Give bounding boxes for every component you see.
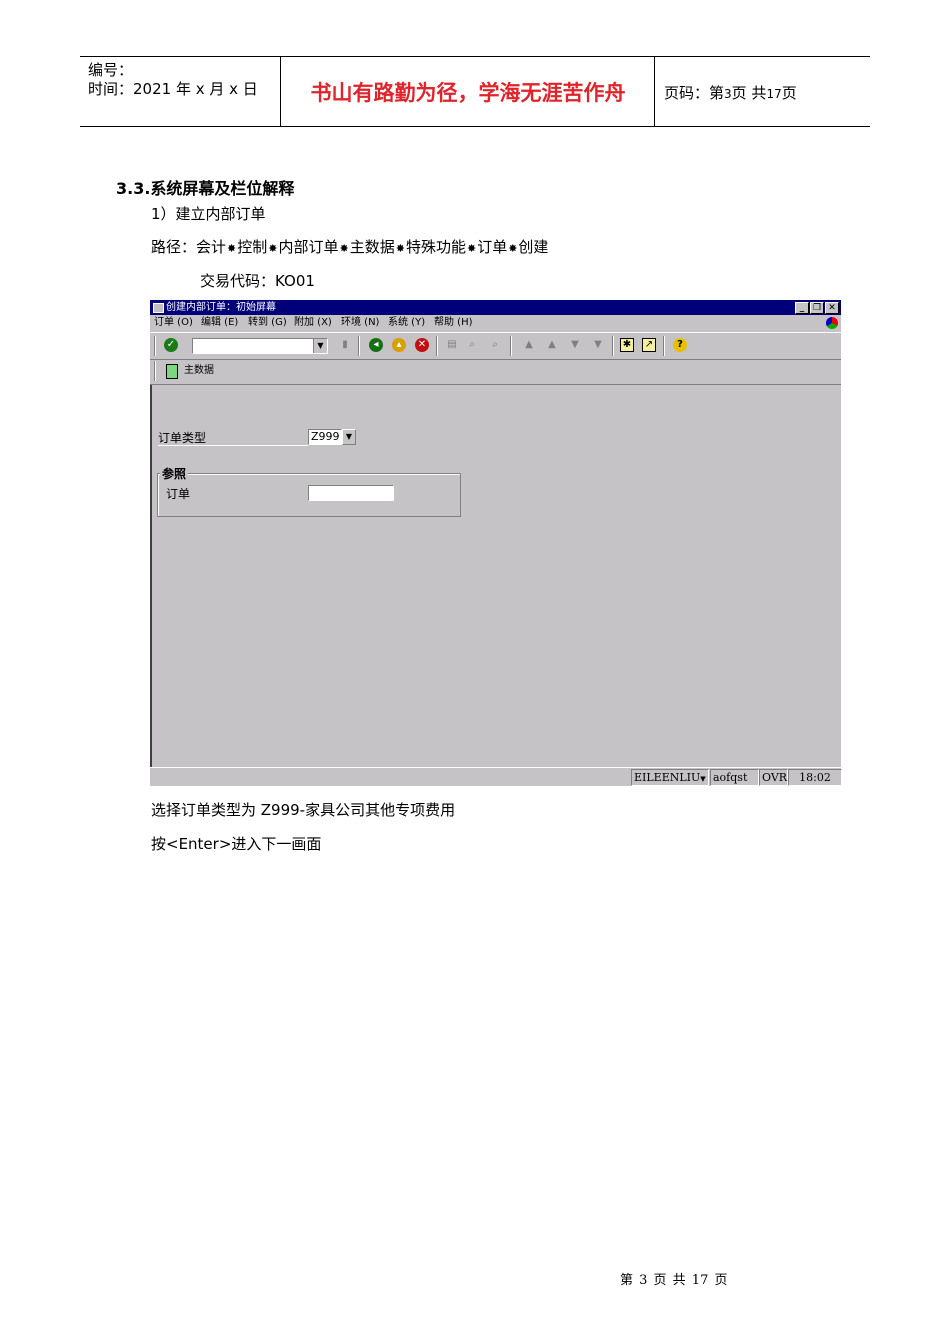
- master-data-icon[interactable]: [166, 364, 178, 379]
- application-toolbar: 主数据: [150, 359, 841, 385]
- dropdown-arrow-icon[interactable]: ▼: [342, 429, 356, 445]
- previous-page-icon[interactable]: ▲: [545, 338, 559, 352]
- menu-extras[interactable]: 附加 (X): [294, 315, 332, 331]
- section-title: 3.3.系统屏幕及栏位解释: [116, 179, 295, 198]
- menu-order[interactable]: 订单 (O): [154, 315, 193, 331]
- screen-area: 订单类型 Z999 ▼ 参照 订单: [150, 385, 843, 767]
- find-icon[interactable]: ⌕: [465, 338, 479, 352]
- window-icon: [153, 303, 164, 313]
- first-page-icon[interactable]: ▲: [522, 338, 536, 352]
- status-user[interactable]: EILEENLIU▼: [631, 769, 709, 786]
- status-mode[interactable]: OVR: [759, 769, 788, 786]
- find-next-icon[interactable]: ⌕: [488, 338, 502, 352]
- standard-toolbar: ✓ ▼ ▮ ◂ ▴ ✕ ▤ ⌕ ⌕ ▲ ▲ ▼ ▼ ✱ ↗ ?: [150, 332, 841, 360]
- instruction-select-type: 选择订单类型为 Z999-家具公司其他专项费用: [151, 801, 456, 819]
- menu-edit[interactable]: 编辑 (E): [201, 315, 238, 331]
- status-time: 18:02: [788, 769, 842, 786]
- create-shortcut-icon[interactable]: ↗: [642, 338, 656, 352]
- header-page-info: 页码：第3页 共17页: [664, 84, 797, 102]
- transaction-code: 交易代码：KO01: [200, 272, 315, 290]
- order-field[interactable]: [308, 485, 394, 501]
- instruction-enter: 按<Enter>进入下一画面: [151, 835, 322, 853]
- page-total: 17: [766, 87, 782, 101]
- next-page-icon[interactable]: ▼: [568, 338, 582, 352]
- menu-environment[interactable]: 环境 (N): [341, 315, 379, 331]
- toolbar-separator: [154, 361, 156, 381]
- status-client: aofqst: [710, 769, 759, 786]
- toolbar-separator: [663, 336, 665, 356]
- page-footer: 第 3 页 共 17 页: [620, 1273, 728, 1288]
- menu-help[interactable]: 帮助 (H): [434, 315, 473, 331]
- last-page-icon[interactable]: ▼: [591, 338, 605, 352]
- back-icon[interactable]: ◂: [369, 338, 383, 352]
- status-dropdown-icon: ▼: [700, 775, 706, 783]
- sap-title-bar: 创建内部订单：初始屏幕 _ ❐ ✕: [150, 300, 841, 315]
- create-session-icon[interactable]: ✱: [620, 338, 634, 352]
- order-type-label: 订单类型: [158, 431, 207, 445]
- window-title: 创建内部订单：初始屏幕: [166, 302, 276, 313]
- reference-group-title: 参照: [160, 465, 189, 482]
- date-label: 时间：2021 年 x 月 x 日: [88, 80, 258, 98]
- page-header: 编号： 时间：2021 年 x 月 x 日 书山有路勤为径，学海无涯苦作舟 页码…: [80, 56, 870, 127]
- status-bar: EILEENLIU▼ aofqst OVR 18:02: [150, 767, 842, 786]
- order-type-field[interactable]: Z999: [308, 429, 342, 445]
- header-meta: 编号： 时间：2021 年 x 月 x 日: [88, 61, 258, 99]
- header-divider: [280, 57, 281, 126]
- menu-goto[interactable]: 转到 (G): [248, 315, 287, 331]
- save-icon[interactable]: ▮: [338, 338, 352, 352]
- toolbar-separator: [358, 336, 360, 356]
- sap-logo-icon: [826, 317, 838, 329]
- print-icon[interactable]: ▤: [445, 338, 459, 352]
- item-heading: 1）建立内部订单: [151, 205, 266, 223]
- enter-check-icon[interactable]: ✓: [164, 338, 178, 352]
- sap-window: 创建内部订单：初始屏幕 _ ❐ ✕ 订单 (O) 编辑 (E) 转到 (G) 附…: [150, 300, 843, 786]
- toolbar-separator: [154, 336, 156, 356]
- menu-bar: 订单 (O) 编辑 (E) 转到 (G) 附加 (X) 环境 (N) 系统 (Y…: [150, 315, 841, 331]
- restore-icon[interactable]: ❐: [810, 302, 824, 314]
- menu-system[interactable]: 系统 (Y): [388, 315, 425, 331]
- toolbar-separator: [436, 336, 438, 356]
- help-icon[interactable]: ?: [673, 338, 687, 352]
- header-divider: [654, 57, 655, 126]
- page-current: 3: [724, 87, 732, 101]
- header-motto: 书山有路勤为径，学海无涯苦作舟: [310, 80, 626, 105]
- exit-icon[interactable]: ▴: [392, 338, 406, 352]
- order-label: 订单: [166, 487, 191, 501]
- cancel-icon[interactable]: ✕: [415, 338, 429, 352]
- command-field[interactable]: ▼: [192, 338, 328, 354]
- number-label: 编号：: [88, 61, 134, 79]
- close-icon[interactable]: ✕: [825, 302, 839, 314]
- menu-path: 路径：会计✸控制✸内部订单✸主数据✸特殊功能✸订单✸创建: [151, 238, 549, 256]
- master-data-button[interactable]: 主数据: [184, 364, 214, 377]
- chevron-down-icon[interactable]: ▼: [313, 339, 327, 353]
- label-underline: [158, 445, 308, 446]
- toolbar-separator: [612, 336, 614, 356]
- minimize-icon[interactable]: _: [795, 302, 809, 314]
- toolbar-separator: [510, 336, 512, 356]
